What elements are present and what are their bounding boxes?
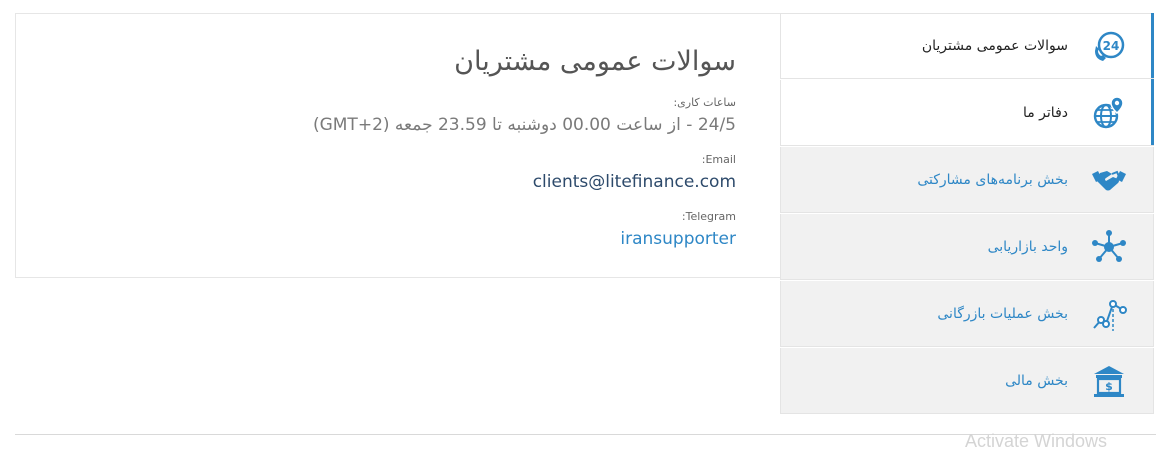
content-title: سوالات عمومی مشتریان bbox=[454, 46, 736, 77]
hours-value: 24/5 - از ساعت 00.00 دوشنبه تا 23.59 جمع… bbox=[312, 115, 736, 135]
handshake-icon bbox=[1091, 162, 1127, 198]
bank-icon: $ bbox=[1091, 363, 1127, 399]
email-label: Email: bbox=[701, 153, 736, 166]
tab-label: بخش عملیات بازرگانی bbox=[937, 305, 1068, 322]
telegram-label: Telegram: bbox=[681, 210, 736, 223]
tab-label: سوالات عمومی مشتریان bbox=[921, 38, 1068, 54]
email-link[interactable]: clients@litefinance.com bbox=[176, 171, 736, 193]
support-24-icon: 24 bbox=[1091, 29, 1127, 65]
hours-label: ساعات کاری: bbox=[673, 96, 736, 109]
tab-marketing[interactable]: واحد بازاریابی bbox=[780, 214, 1154, 280]
tab-label: بخش مالی bbox=[1005, 372, 1068, 389]
content-panel: سوالات عمومی مشتریان ساعات کاری: 24/5 - … bbox=[15, 13, 780, 278]
activate-windows-watermark: Activate Windows bbox=[965, 431, 1108, 451]
tab-label: بخش برنامه‌های مشارکتی bbox=[917, 171, 1068, 188]
content-body: سوالات عمومی مشتریان ساعات کاری: 24/5 - … bbox=[176, 46, 736, 250]
tab-our-offices[interactable]: دفاتر ما bbox=[780, 79, 1154, 146]
tab-label: واحد بازاریابی bbox=[987, 238, 1068, 255]
chart-line-icon bbox=[1091, 296, 1127, 332]
svg-text:$: $ bbox=[1105, 380, 1113, 393]
tab-customer-questions[interactable]: سوالات عمومی مشتریان 24 bbox=[780, 13, 1154, 79]
svg-text:24: 24 bbox=[1103, 39, 1120, 53]
tab-finance[interactable]: بخش مالی $ bbox=[780, 348, 1154, 414]
globe-location-icon bbox=[1091, 95, 1127, 131]
department-tabs: سوالات عمومی مشتریان 24 دفاتر ما بخش برن… bbox=[780, 13, 1154, 414]
tab-label: دفاتر ما bbox=[1022, 104, 1068, 121]
tab-partnership[interactable]: بخش برنامه‌های مشارکتی bbox=[780, 147, 1154, 213]
telegram-link[interactable]: iransupporter bbox=[176, 228, 736, 250]
network-nodes-icon bbox=[1091, 229, 1127, 265]
tab-trading-operations[interactable]: بخش عملیات بازرگانی bbox=[780, 281, 1154, 347]
